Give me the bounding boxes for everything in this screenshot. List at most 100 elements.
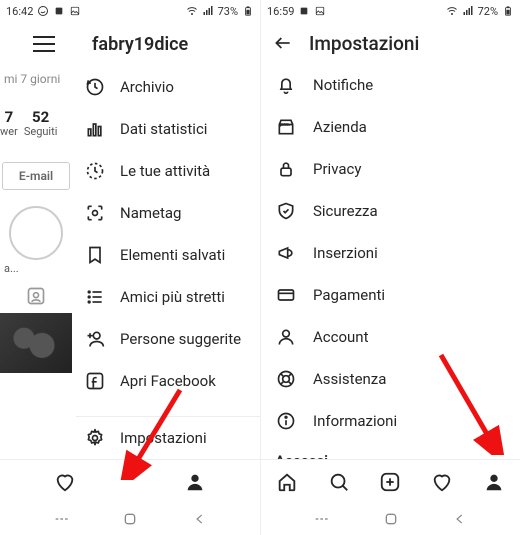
settings-label: Azienda <box>313 118 367 136</box>
battery-icon <box>242 5 254 17</box>
story-highlight-ring[interactable] <box>9 206 63 260</box>
menu-label: Persone suggerite <box>120 330 241 348</box>
menu-label: Le tue attività <box>120 162 210 180</box>
archive-icon <box>84 76 106 98</box>
menu-settings[interactable]: Impostazioni <box>76 416 260 459</box>
signal-icon <box>462 5 474 17</box>
whatsapp-icon <box>37 5 49 17</box>
recents-icon[interactable] <box>312 510 330 528</box>
menu-label: Archivio <box>120 78 174 96</box>
settings-security[interactable]: Sicurezza <box>271 190 510 232</box>
menu-close-friends[interactable]: Amici più stretti <box>76 276 260 318</box>
following-stat[interactable]: 52 Seguiti <box>24 110 58 138</box>
menu-label: Dati statistici <box>120 120 207 138</box>
menu-label: Impostazioni <box>120 429 207 447</box>
image-icon <box>69 5 81 17</box>
settings-payments[interactable]: Pagamenti <box>271 274 510 316</box>
status-bar: 16:42 73% <box>0 0 260 22</box>
wifi-icon <box>446 5 458 17</box>
back-icon[interactable] <box>191 510 209 528</box>
settings-label: Sicurezza <box>313 202 378 220</box>
story-highlight-label: a... <box>0 260 72 277</box>
settings-notifications[interactable]: Notifiche <box>271 64 510 106</box>
list-icon <box>84 286 106 308</box>
drawer-menu: Archivio Dati statistici Le tue attività <box>72 66 260 459</box>
settings-label: Privacy <box>313 160 361 178</box>
back-arrow-icon[interactable] <box>273 33 293 53</box>
stats-icon <box>84 118 106 140</box>
signal-icon <box>202 5 214 17</box>
image-icon <box>314 5 326 17</box>
profile-header: fabry19dice <box>0 22 260 66</box>
menu-nametag[interactable]: Nametag <box>76 192 260 234</box>
hamburger-menu-icon[interactable] <box>33 36 55 52</box>
heart-icon[interactable] <box>54 471 76 493</box>
battery-icon <box>502 5 514 17</box>
right-screenshot: 16:59 72% Impostazioni Notifiche <box>260 0 520 535</box>
bottom-nav <box>0 459 260 503</box>
settings-ads[interactable]: Inserzioni <box>271 232 510 274</box>
home-icon[interactable] <box>121 510 139 528</box>
email-button[interactable]: E-mail <box>2 162 70 190</box>
recents-icon[interactable] <box>52 510 70 528</box>
settings-label: Informazioni <box>313 412 397 430</box>
settings-label: Notifiche <box>313 76 373 94</box>
shop-icon <box>275 116 297 138</box>
settings-list: Notifiche Azienda Privacy Sicurezza Inse… <box>261 64 520 459</box>
settings-privacy[interactable]: Privacy <box>271 148 510 190</box>
gear-icon <box>84 427 106 449</box>
facebook-icon <box>84 370 106 392</box>
status-time: 16:59 <box>267 5 294 18</box>
profile-icon[interactable] <box>483 471 505 493</box>
left-screenshot: 16:42 73% <box>0 0 260 535</box>
profile-strip: mi 7 giorni 7 wer 52 Seguiti E-mail a... <box>0 66 72 459</box>
settings-label: Assistenza <box>313 370 386 388</box>
card-icon <box>275 284 297 306</box>
back-icon[interactable] <box>451 510 469 528</box>
nametag-icon <box>84 202 106 224</box>
android-nav <box>261 503 520 535</box>
status-bar: 16:59 72% <box>261 0 520 22</box>
page-title: Impostazioni <box>309 32 419 55</box>
sim-icon <box>53 5 65 17</box>
menu-archive[interactable]: Archivio <box>76 66 260 108</box>
menu-saved[interactable]: Elementi salvati <box>76 234 260 276</box>
grid-tab-icon[interactable] <box>26 286 46 306</box>
home-icon[interactable] <box>382 510 400 528</box>
person-icon <box>275 326 297 348</box>
add-post-icon[interactable] <box>379 471 401 493</box>
menu-stats[interactable]: Dati statistici <box>76 108 260 150</box>
settings-account[interactable]: Account <box>271 316 510 358</box>
settings-business[interactable]: Azienda <box>271 106 510 148</box>
settings-label: Pagamenti <box>313 286 385 304</box>
profile-icon[interactable] <box>184 471 206 493</box>
settings-label: Account <box>313 328 369 346</box>
settings-header: Impostazioni <box>261 22 520 64</box>
settings-about[interactable]: Informazioni <box>271 400 510 442</box>
add-person-icon <box>84 328 106 350</box>
battery-percent: 72% <box>478 5 498 18</box>
menu-label: Elementi salvati <box>120 246 225 264</box>
post-thumbnail[interactable] <box>0 313 72 373</box>
bookmark-icon <box>84 244 106 266</box>
menu-open-facebook[interactable]: Apri Facebook <box>76 360 260 402</box>
info-icon <box>275 410 297 432</box>
followers-stat[interactable]: 7 wer <box>0 110 18 138</box>
home-feed-icon[interactable] <box>276 471 298 493</box>
shield-icon <box>275 200 297 222</box>
android-nav <box>0 503 260 535</box>
menu-label: Nametag <box>120 204 181 222</box>
heart-icon[interactable] <box>431 471 453 493</box>
lock-icon <box>275 158 297 180</box>
menu-label: Amici più stretti <box>120 288 225 306</box>
bell-icon <box>275 74 297 96</box>
search-icon[interactable] <box>328 471 350 493</box>
menu-activity[interactable]: Le tue attività <box>76 150 260 192</box>
megaphone-icon <box>275 242 297 264</box>
status-time: 16:42 <box>6 5 33 18</box>
settings-help[interactable]: Assistenza <box>271 358 510 400</box>
menu-suggested[interactable]: Persone suggerite <box>76 318 260 360</box>
menu-label: Apri Facebook <box>120 372 216 390</box>
settings-label: Inserzioni <box>313 244 378 262</box>
wifi-icon <box>186 5 198 17</box>
